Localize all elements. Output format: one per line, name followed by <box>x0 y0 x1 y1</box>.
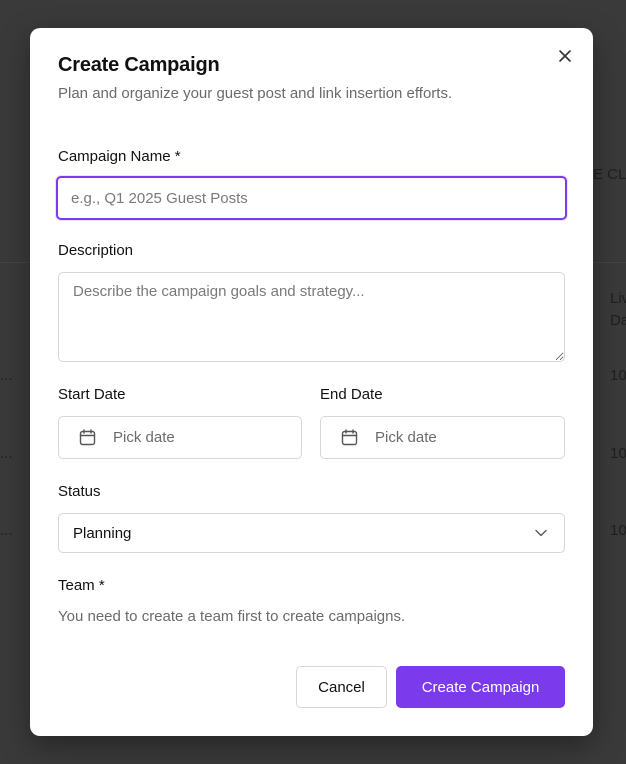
close-button[interactable] <box>554 45 576 67</box>
create-campaign-dialog: Create Campaign Plan and organize your g… <box>30 28 593 736</box>
dialog-title: Create Campaign <box>58 54 220 76</box>
team-label: Team * <box>58 577 105 594</box>
background-cell-fragment: ... <box>0 445 13 462</box>
start-date-picker-button[interactable]: Pick date <box>58 416 302 459</box>
calendar-icon <box>78 429 96 447</box>
background-cell-fragment: 10 <box>610 522 626 539</box>
description-textarea[interactable] <box>58 272 565 362</box>
background-column-fragment: Liv <box>610 290 626 307</box>
end-date-picker-button[interactable]: Pick date <box>320 416 565 459</box>
campaign-name-input[interactable] <box>56 176 567 220</box>
end-date-label: End Date <box>320 386 383 403</box>
status-select[interactable]: Planning <box>58 513 565 553</box>
cancel-button[interactable]: Cancel <box>296 666 387 708</box>
background-cell-fragment: 10 <box>610 367 626 384</box>
status-selected-value: Planning <box>73 524 132 542</box>
background-header-fragment: E CL <box>593 166 626 183</box>
background-cell-fragment: ... <box>0 522 13 539</box>
calendar-icon <box>340 429 358 447</box>
create-campaign-button[interactable]: Create Campaign <box>396 666 565 708</box>
team-requirement-note: You need to create a team first to creat… <box>58 608 406 625</box>
background-column-fragment: Da <box>610 312 626 329</box>
dialog-subtitle: Plan and organize your guest post and li… <box>58 85 453 102</box>
status-label: Status <box>58 483 101 500</box>
start-date-label: Start Date <box>58 386 126 403</box>
description-label: Description <box>58 242 134 259</box>
close-icon <box>559 50 571 62</box>
chevron-down-icon <box>534 526 548 540</box>
background-cell-fragment: 10 <box>610 445 626 462</box>
campaign-name-label: Campaign Name * <box>58 148 181 165</box>
end-date-placeholder: Pick date <box>375 429 437 446</box>
background-cell-fragment: ... <box>0 367 13 384</box>
start-date-placeholder: Pick date <box>113 429 175 446</box>
